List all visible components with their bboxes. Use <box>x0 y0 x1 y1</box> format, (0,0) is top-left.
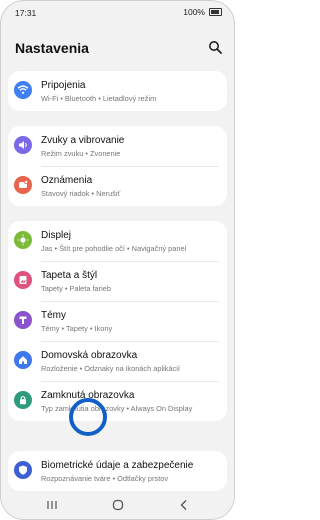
lock-icon <box>14 391 32 409</box>
notification-icon <box>14 176 32 194</box>
settings-item-home-screen[interactable]: Domovská obrazovka Rozloženie • Odznaky … <box>8 341 227 381</box>
header: Nastavenia <box>1 31 234 65</box>
settings-card-biometrics: Biometrické údaje a zabezpečenie Rozpozn… <box>8 451 227 491</box>
status-time: 17:31 <box>15 8 37 18</box>
settings-item-name: Témy <box>41 310 66 321</box>
settings-item-subtitle: Tapety • Paleta farieb <box>41 284 111 293</box>
back-icon <box>180 500 187 510</box>
settings-item-subtitle: Typ zamknutia obrazovky • Always On Disp… <box>41 404 193 413</box>
wifi-icon <box>14 81 32 99</box>
themes-icon <box>14 311 32 329</box>
settings-card-sound: Zvuky a vibrovanie Režim zvuku • Zvoneni… <box>8 126 227 206</box>
navigation-bar <box>1 491 234 519</box>
settings-card-display: Displej Jas • Štít pre pohodlie očí • Na… <box>8 221 227 421</box>
phone-screen: 17:31 100% Nastavenia Pripojenia Wi‑Fi •… <box>0 0 235 520</box>
settings-item-subtitle: Rozpoznávanie tváre • Odtlačky prstov <box>41 474 169 483</box>
shield-icon <box>14 461 32 479</box>
settings-item-subtitle: Wi‑Fi • Bluetooth • Lietadlový režim <box>41 94 157 103</box>
settings-item-display[interactable]: Displej Jas • Štít pre pohodlie očí • Na… <box>8 221 227 261</box>
display-icon <box>14 231 32 249</box>
settings-item-biometrics[interactable]: Biometrické údaje a zabezpečenie Rozpozn… <box>8 451 227 491</box>
settings-item-wallpaper[interactable]: Tapeta a štýl Tapety • Paleta farieb <box>8 261 227 301</box>
settings-item-lock-screen[interactable]: Zamknutá obrazovka Typ zamknutia obrazov… <box>8 381 227 421</box>
home-nav-icon <box>112 499 124 511</box>
settings-item-themes[interactable]: Témy Témy • Tapety • Ikony <box>8 301 227 341</box>
wallpaper-icon <box>14 271 32 289</box>
sound-icon <box>14 136 32 154</box>
home-button[interactable] <box>110 498 126 512</box>
settings-item-sound[interactable]: Zvuky a vibrovanie Režim zvuku • Zvoneni… <box>8 126 227 166</box>
settings-item-subtitle: Rozloženie • Odznaky na ikonách aplikáci… <box>41 364 180 373</box>
status-right: 100% <box>183 7 222 17</box>
settings-item-name: Domovská obrazovka <box>41 350 138 361</box>
back-button[interactable] <box>176 498 192 512</box>
settings-item-connections[interactable]: Pripojenia Wi‑Fi • Bluetooth • Lietadlov… <box>8 71 227 111</box>
settings-item-subtitle: Stavový riadok • Nerušiť <box>41 189 121 198</box>
settings-item-name: Biometrické údaje a zabezpečenie <box>41 460 194 471</box>
settings-item-subtitle: Témy • Tapety • Ikony <box>41 324 113 333</box>
recent-apps-button[interactable] <box>44 498 60 512</box>
recents-icon <box>47 501 57 509</box>
page-title: Nastavenia <box>15 40 89 56</box>
settings-item-name: Tapeta a štýl <box>41 270 98 281</box>
status-bar: 17:31 100% <box>1 1 234 23</box>
settings-item-name: Zvuky a vibrovanie <box>41 135 125 146</box>
settings-item-subtitle: Režim zvuku • Zvonenie <box>41 149 121 158</box>
battery-icon <box>209 8 222 16</box>
home-icon <box>14 351 32 369</box>
settings-item-name: Pripojenia <box>41 80 86 91</box>
settings-item-name: Oznámenia <box>41 175 93 186</box>
battery-percent: 100% <box>183 7 205 17</box>
settings-item-name: Displej <box>41 230 72 241</box>
settings-item-notifications[interactable]: Oznámenia Stavový riadok • Nerušiť <box>8 166 227 206</box>
search-icon[interactable] <box>208 40 222 54</box>
settings-item-subtitle: Jas • Štít pre pohodlie očí • Navigačný … <box>41 244 187 253</box>
touch-indicator <box>69 398 107 436</box>
settings-card-connections: Pripojenia Wi‑Fi • Bluetooth • Lietadlov… <box>8 71 227 111</box>
